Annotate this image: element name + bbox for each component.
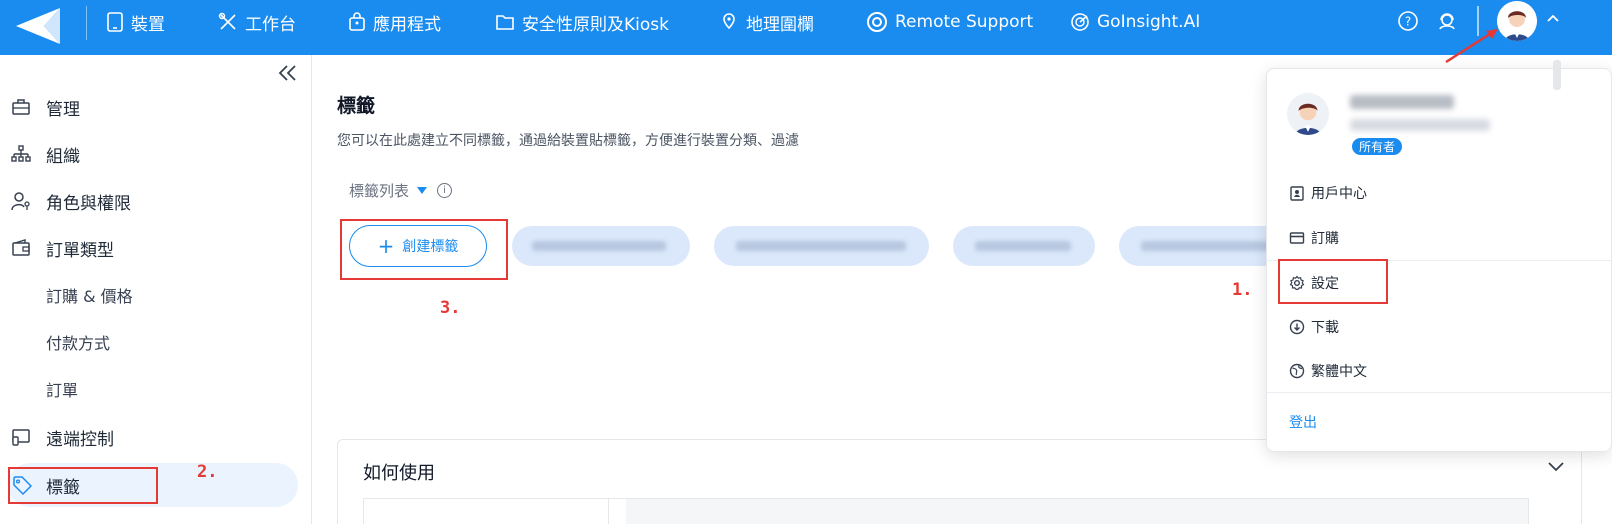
app-logo-icon[interactable]: [14, 6, 62, 46]
redacted-text: [1141, 241, 1271, 251]
avatar: [1287, 93, 1329, 135]
collapse-sidebar-icon[interactable]: [277, 63, 299, 83]
sidebar-item-label: 角色與權限: [46, 193, 131, 214]
download-circle-icon: [1289, 319, 1305, 335]
nav-apps[interactable]: 應用程式: [348, 0, 441, 44]
menu-item-download[interactable]: 下載: [1289, 315, 1339, 339]
user-key-icon: [11, 192, 30, 211]
menu-item-language[interactable]: 繁體中文: [1289, 359, 1367, 383]
sidebar-item-management[interactable]: 管理: [0, 85, 300, 129]
annotation-box-create-tag: [340, 219, 508, 280]
role-badge: 所有者: [1352, 138, 1403, 155]
svg-text:?: ?: [1405, 15, 1411, 29]
nav-policies[interactable]: 安全性原則及Kiosk: [495, 0, 669, 44]
avatar-icon: [1497, 1, 1537, 41]
menu-item-label: 繁體中文: [1311, 364, 1367, 380]
table-header: [626, 499, 1528, 524]
annotation-step-1: 1.: [1232, 280, 1253, 300]
user-email-redacted: [1350, 119, 1490, 131]
sidebar-item-label: 訂單類型: [46, 240, 114, 261]
annotation-box-tags: [8, 467, 158, 504]
remote-screen-icon: [12, 429, 30, 446]
sidebar-item-label: 付款方式: [46, 334, 111, 353]
annotation-step-3: 3.: [440, 298, 461, 318]
nav-policies-label: 安全性原則及Kiosk: [522, 14, 669, 35]
sidebar-item-remote-control[interactable]: 遠端控制: [0, 415, 300, 459]
topbar-divider: [86, 6, 87, 40]
how-to-use-title: 如何使用: [363, 463, 435, 484]
sidebar-item-subscription-pricing[interactable]: 訂購 & 價格: [0, 273, 300, 317]
nav-goinsight[interactable]: GoInsight.AI: [1070, 0, 1200, 44]
sidebar-item-label: 組織: [46, 146, 80, 167]
sidebar-item-label: 訂購 & 價格: [46, 287, 133, 306]
annotation-arrow-icon: [1445, 28, 1498, 64]
menu-item-label: 用戶中心: [1311, 186, 1367, 202]
annotation-step-2: 2.: [197, 462, 218, 482]
nav-goinsight-label: GoInsight.AI: [1097, 12, 1201, 32]
menu-divider: [1267, 392, 1612, 393]
page-description: 您可以在此處建立不同標籤，通過給裝置貼標籤，方便進行裝置分類、過濾: [337, 133, 799, 149]
menu-item-subscription[interactable]: 訂購: [1289, 226, 1339, 250]
menu-item-label: 下載: [1311, 320, 1339, 336]
table-divider: [608, 499, 609, 524]
sidebar-item-label: 遠端控制: [46, 429, 114, 450]
chevron-down-icon[interactable]: [1547, 460, 1565, 472]
card-icon: [1289, 232, 1305, 244]
nav-remote-support[interactable]: Remote Support: [866, 0, 1033, 44]
wallet-icon: [12, 239, 30, 256]
nav-geofence[interactable]: 地理圍欄: [719, 0, 814, 44]
sidebar-item-order-types[interactable]: 訂單類型: [0, 226, 300, 270]
sidebar-item-label: 管理: [46, 99, 80, 120]
org-tree-icon: [11, 145, 31, 162]
bag-icon: [349, 12, 365, 31]
tag-pill[interactable]: [1119, 226, 1289, 266]
folder-icon: [496, 15, 514, 30]
redacted-text: [532, 241, 666, 251]
nav-devices[interactable]: 裝置: [106, 0, 165, 44]
sidebar-item-roles[interactable]: 角色與權限: [0, 179, 300, 223]
tag-list-dropdown[interactable]: 標籤列表 i: [349, 180, 453, 201]
nav-devices-label: 裝置: [131, 14, 165, 35]
sidebar: 管理 組織 角色與權限 訂單類型 訂購 & 價格 付款方式 訂單 遠端控制 標籤: [0, 55, 312, 524]
tag-pill[interactable]: [714, 226, 929, 266]
nav-workbench[interactable]: 工作台: [218, 0, 296, 44]
user-name-redacted: [1350, 95, 1454, 109]
briefcase-icon: [12, 99, 30, 115]
nav-remote-support-label: Remote Support: [895, 12, 1034, 32]
tablet-icon: [107, 12, 123, 32]
page-title: 標籤: [337, 95, 376, 117]
chevron-up-icon[interactable]: [1546, 13, 1560, 23]
sidebar-item-payment-methods[interactable]: 付款方式: [0, 320, 300, 364]
top-navigation-bar: 裝置 工作台 應用程式 安全性原則及Kiosk 地理圍欄 Remote Supp…: [0, 0, 1612, 55]
caret-down-icon: [417, 187, 428, 194]
annotation-box-settings: [1278, 259, 1388, 304]
sidebar-item-label: 訂單: [46, 381, 79, 400]
globe-icon: [1289, 363, 1305, 379]
map-pin-icon: [723, 13, 735, 30]
redacted-text: [736, 241, 906, 251]
redacted-text: [975, 241, 1071, 251]
nav-apps-label: 應用程式: [373, 14, 441, 35]
tag-list-label: 標籤列表: [349, 182, 410, 200]
sidebar-item-orders[interactable]: 訂單: [0, 367, 300, 411]
menu-item-label: 訂購: [1311, 231, 1339, 247]
lifebuoy-icon: [867, 12, 887, 32]
sidebar-item-organization[interactable]: 組織: [0, 132, 300, 176]
logout-link[interactable]: 登出: [1289, 412, 1317, 432]
id-badge-icon: [1290, 186, 1304, 201]
nav-geofence-label: 地理圍欄: [746, 14, 814, 35]
tag-pill[interactable]: [512, 226, 690, 266]
scrollbar[interactable]: [1553, 60, 1561, 90]
how-to-use-table: [363, 498, 1529, 524]
user-avatar-button[interactable]: [1497, 1, 1537, 41]
avatar-icon: [1287, 93, 1329, 135]
question-circle-icon[interactable]: ?: [1397, 10, 1419, 32]
menu-item-user-center[interactable]: 用戶中心: [1289, 181, 1367, 205]
tag-pill[interactable]: [953, 226, 1095, 266]
nav-workbench-label: 工作台: [245, 14, 296, 35]
radar-icon: [1071, 13, 1089, 31]
tools-icon: [218, 12, 236, 30]
info-icon[interactable]: i: [437, 183, 453, 198]
